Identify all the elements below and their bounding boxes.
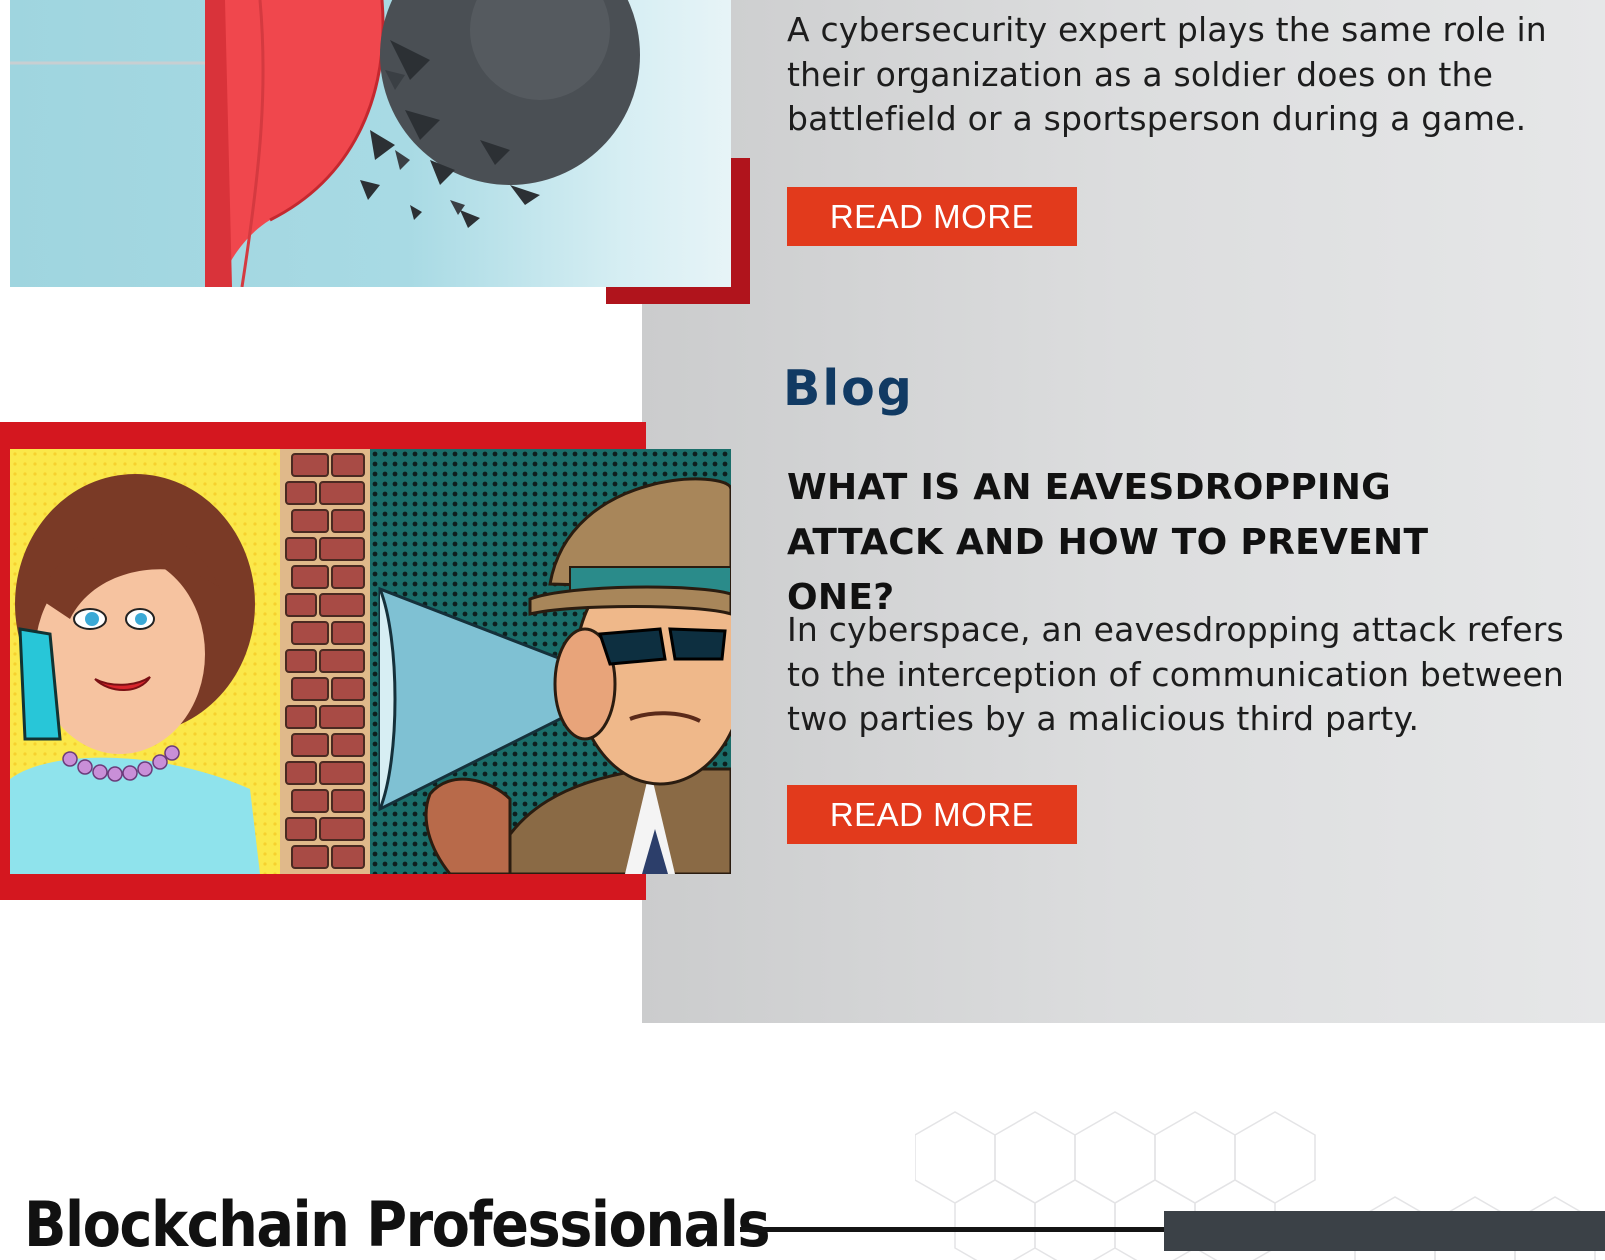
section-heading: Blockchain Professionals — [24, 1188, 771, 1260]
post-category[interactable]: Blog — [783, 360, 914, 417]
post-image-eavesdropping-comic[interactable] — [10, 449, 731, 874]
decorative-dark-bar — [1164, 1211, 1605, 1251]
post-excerpt: A cybersecurity expert plays the same ro… — [787, 10, 1547, 138]
post-excerpt: In cyberspace, an eavesdropping attack r… — [787, 610, 1565, 738]
post-image-umbrella-wrecking-ball[interactable] — [10, 0, 731, 287]
post-title[interactable]: WHAT IS AN EAVESDROPPING ATTACK AND HOW … — [787, 460, 1547, 625]
heading-divider-line — [740, 1227, 1168, 1232]
read-more-button[interactable]: READ MORE — [787, 785, 1077, 844]
read-more-button[interactable]: READ MORE — [787, 187, 1077, 246]
